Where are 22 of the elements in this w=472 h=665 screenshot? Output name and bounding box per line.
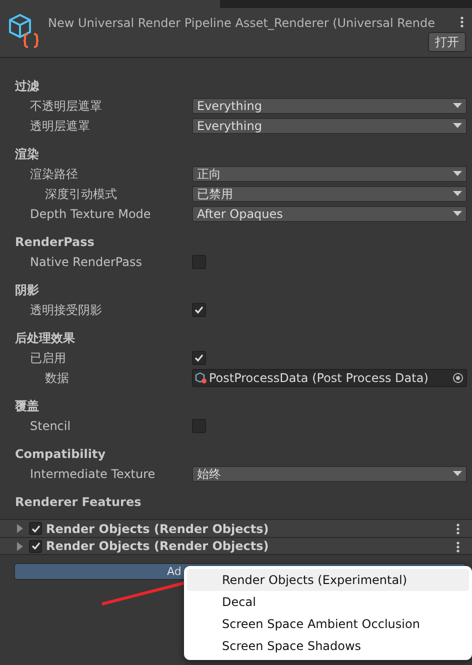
field-label: Depth Texture Mode bbox=[29, 206, 152, 223]
field-label: Intermediate Texture bbox=[29, 466, 156, 483]
field-label: 深度引动模式 bbox=[44, 186, 118, 203]
field-label: 已启用 bbox=[29, 350, 67, 367]
section-heading: 渲染 bbox=[14, 146, 40, 163]
section-heading: RenderPass bbox=[14, 234, 96, 251]
section-heading: Compatibility bbox=[14, 446, 107, 463]
section-heading: 后处理效果 bbox=[14, 330, 76, 347]
field-label: Stencil bbox=[29, 418, 72, 435]
section-heading: 过滤 bbox=[14, 78, 40, 95]
field-label: Native RenderPass bbox=[29, 254, 143, 271]
field-label: 透明接受阴影 bbox=[29, 302, 103, 319]
asset-title: New Universal Render Pipeline Asset_Renderer (Universal Rende bbox=[48, 15, 435, 32]
section-heading: 覆盖 bbox=[14, 398, 40, 415]
section-heading: Renderer Features bbox=[14, 494, 142, 511]
field-label: 渲染路径 bbox=[29, 166, 79, 183]
field-label: 数据 bbox=[44, 370, 70, 387]
field-label: 不透明层遮罩 bbox=[29, 98, 103, 115]
feature-label: Render Objects (Render Objects) bbox=[46, 538, 269, 555]
section-heading: 阴影 bbox=[14, 282, 40, 299]
field-label: 透明层遮罩 bbox=[29, 118, 91, 135]
feature-label: Render Objects (Render Objects) bbox=[46, 520, 269, 538]
